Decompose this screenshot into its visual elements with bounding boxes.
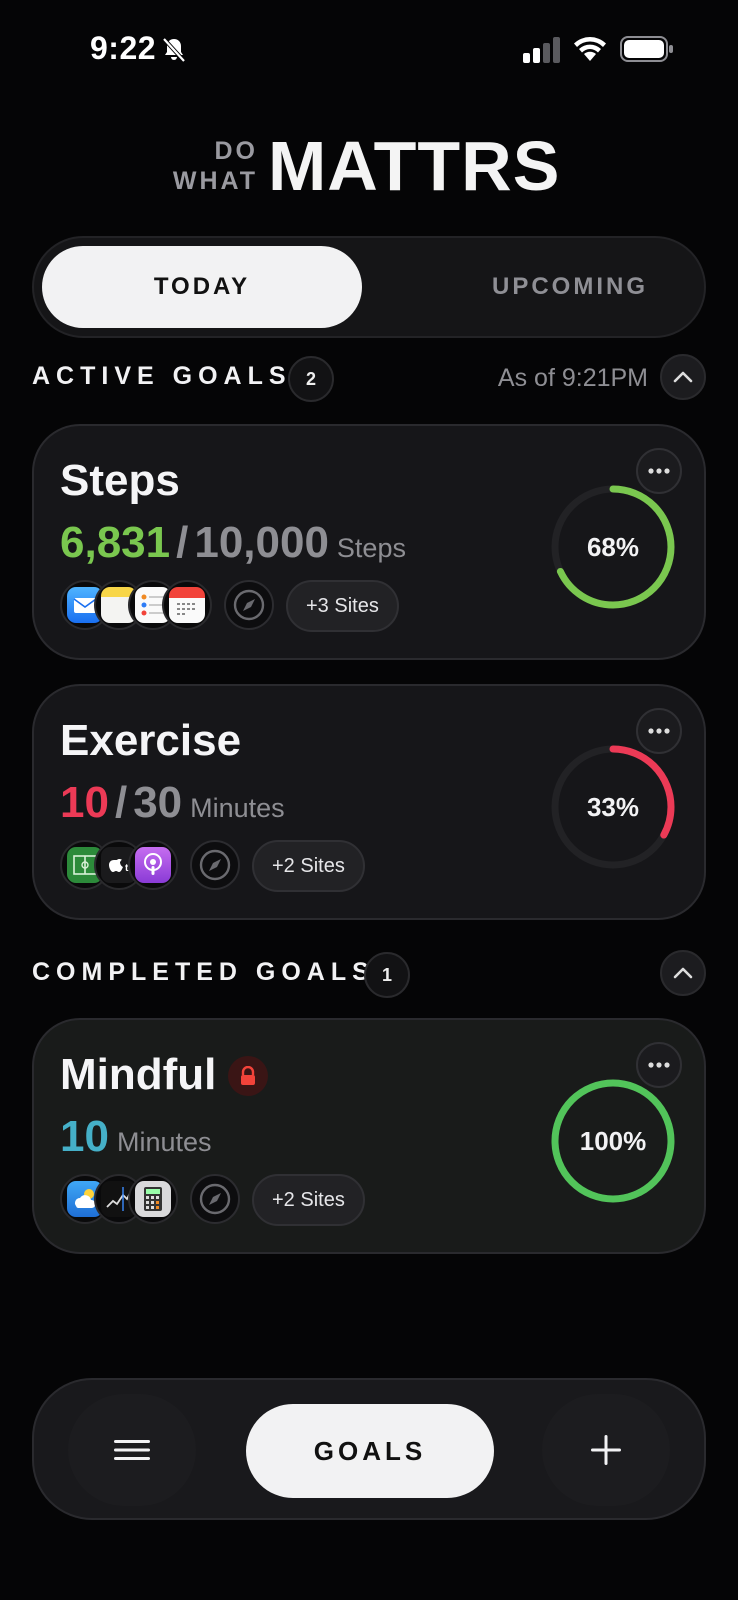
wifi-icon [574,37,606,61]
battery-icon [620,36,673,62]
collapse-completed-button[interactable] [660,950,706,996]
goal-target-value: 30 [133,778,183,827]
menu-button[interactable] [68,1394,196,1506]
goal-progress-text: 10/30 Minutes [60,778,285,828]
chevron-up-icon [673,371,693,383]
last-updated-text: As of 9:21PM [497,364,648,392]
ellipsis-icon [648,1062,670,1068]
cellular-signal-icon [523,37,560,63]
active-goals-count-badge: 2 [288,356,334,402]
extra-sites-chip[interactable]: +2 Sites [252,1174,365,1226]
calculator-icon [128,1174,178,1224]
goal-progress-text: 6,831/10,000 Steps [60,518,406,568]
podcasts-icon [128,840,178,890]
section-title: ACTIVE GOALS [32,362,292,390]
app-logo: DO WHAT MATTRS [0,130,738,202]
goal-card-steps[interactable]: Steps 6,831/10,000 Steps 68% +3 Sites [32,424,706,660]
goal-card-mindful[interactable]: Mindful 10 Minutes 100% +2 Sites [32,1018,706,1254]
silent-bell-icon [162,37,186,63]
progress-percent: 100% [579,1125,647,1156]
goal-progress-text: 10 Minutes [60,1112,212,1162]
ellipsis-icon [648,728,670,734]
status-time: 9:22 [90,30,157,66]
add-goal-button[interactable] [542,1394,670,1506]
lock-icon [241,1066,255,1085]
status-bar: 9:22 [0,0,738,100]
goal-current-value: 10 [60,1112,109,1161]
completed-goals-header: COMPLETED GOALS 1 [32,950,706,998]
completed-goals-count-badge: 1 [364,952,410,998]
active-goals-header: ACTIVE GOALS 2 As of 9:21PM [32,354,706,402]
goal-target-value: 10,000 [194,518,329,567]
goal-current-value: 10 [60,778,109,827]
goals-tab-button[interactable]: GOALS [246,1404,494,1498]
safari-compass-icon [190,840,240,890]
goal-unit: Minutes [190,793,285,823]
collapse-active-button[interactable] [660,354,706,400]
goal-title: Steps [60,456,180,505]
bottom-tab-bar: GOALS [32,1378,706,1520]
goal-unit: Steps [336,533,406,563]
progress-percent: 33% [586,791,640,822]
logo-brand: MATTRS [268,127,561,205]
plus-icon [591,1435,621,1465]
tab-today[interactable]: TODAY [42,246,362,328]
day-segmented-control: TODAY UPCOMING [32,236,706,338]
safari-compass-icon [190,1174,240,1224]
chevron-up-icon [673,967,693,979]
goal-current-value: 6,831 [60,518,171,567]
extra-sites-chip[interactable]: +3 Sites [286,580,399,632]
progress-percent: 68% [586,531,640,562]
logo-tagline: DO WHAT [172,137,258,195]
safari-compass-icon [224,580,274,630]
extra-sites-chip[interactable]: +2 Sites [252,840,365,892]
goal-title: Exercise [60,716,242,765]
lock-badge [228,1056,268,1096]
goal-separator: / [114,778,128,827]
ellipsis-icon [648,468,670,474]
goal-card-exercise[interactable]: Exercise 10/30Minutes 33% tv +2 Sites [32,684,706,920]
goal-separator: / [176,518,189,567]
section-title: COMPLETED GOALS [32,958,375,986]
goal-unit: Minutes [116,1127,212,1157]
hamburger-menu-icon [114,1440,150,1460]
goal-title: Mindful [60,1050,217,1099]
calendar-icon [162,580,212,630]
tab-upcoming[interactable]: UPCOMING [410,246,730,328]
